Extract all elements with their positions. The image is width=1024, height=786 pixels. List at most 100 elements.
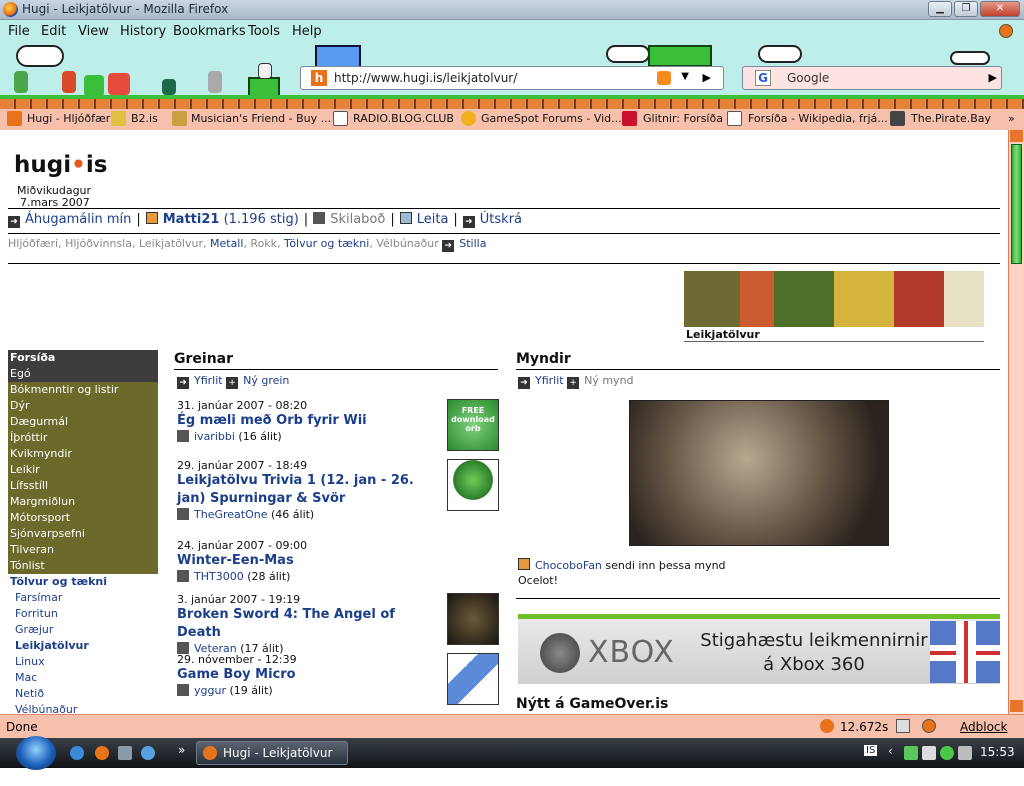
- bookmark-gamespot[interactable]: GameSpot Forums - Vid...: [481, 112, 622, 125]
- interest-tolvur[interactable]: Tölvur og tækni: [284, 237, 369, 250]
- start-button[interactable]: [16, 736, 56, 770]
- quicklaunch-ie-icon[interactable]: [70, 746, 84, 760]
- sidenav-item[interactable]: Leikir: [8, 462, 158, 478]
- article-title-link[interactable]: Leikjatölvu Trivia 1 (12. jan - 26. jan)…: [177, 472, 443, 508]
- menu-file[interactable]: File: [8, 24, 30, 39]
- menu-history[interactable]: History: [120, 24, 166, 39]
- page-info-icon[interactable]: [896, 719, 910, 733]
- sidenav-subitem[interactable]: Græjur: [8, 622, 158, 638]
- interests-list-text[interactable]: Hljóðfæri, Hljóðvinnsla, Leikjatölvur,: [8, 237, 207, 250]
- dropdown-arrow-icon[interactable]: ▼: [681, 71, 689, 82]
- scrollbar-thumb[interactable]: [1011, 144, 1022, 264]
- sidenav-subitem[interactable]: Netið: [8, 686, 158, 702]
- article-author-link[interactable]: THT3000: [194, 570, 244, 583]
- article-title-link[interactable]: Game Boy Micro: [177, 666, 443, 684]
- close-button[interactable]: ✕: [980, 1, 1020, 17]
- quicklaunch-desktop-icon[interactable]: [118, 746, 132, 760]
- menu-edit[interactable]: Edit: [41, 24, 66, 39]
- article-author-link[interactable]: ivaribbi: [194, 430, 235, 443]
- tray-utorrent-icon[interactable]: [940, 746, 954, 760]
- uploader-link[interactable]: ChocoboFan: [535, 559, 602, 572]
- article-thumbnail[interactable]: [447, 653, 499, 705]
- sidenav-subitem[interactable]: Linux: [8, 654, 158, 670]
- article-thumbnail[interactable]: FREE download orb: [447, 399, 499, 451]
- messages-link[interactable]: Skilaboð: [330, 212, 385, 227]
- hugi-logo[interactable]: hugi•is: [14, 152, 107, 178]
- sidenav-category[interactable]: Tölvur og tækni: [8, 574, 158, 590]
- minimize-button[interactable]: ▁: [928, 1, 952, 17]
- url-text[interactable]: http://www.hugi.is/leikjatolvur/: [334, 71, 517, 85]
- go-arrow-icon[interactable]: ▶: [703, 71, 711, 84]
- sidenav-item[interactable]: Egó: [8, 366, 158, 382]
- language-indicator[interactable]: IS: [864, 745, 878, 756]
- sidenav-item[interactable]: Dægurmál: [8, 414, 158, 430]
- article-author-link[interactable]: TheGreatOne: [194, 508, 267, 521]
- new-image-link[interactable]: Ný mynd: [584, 374, 633, 387]
- article-author-link[interactable]: yggur: [194, 684, 226, 697]
- sidenav-item[interactable]: Kvikmyndir: [8, 446, 158, 462]
- sidenav-item[interactable]: Lífsstíll: [8, 478, 158, 494]
- bookmark-pirate-bay[interactable]: The.Pirate.Bay: [911, 112, 991, 125]
- tray-app-icon[interactable]: [922, 746, 936, 760]
- article-comments[interactable]: (19 álit): [229, 684, 272, 697]
- myndir-overview-link[interactable]: Yfirlit: [535, 374, 564, 387]
- addon-icon[interactable]: [922, 719, 936, 733]
- article-thumbnail[interactable]: [447, 593, 499, 645]
- google-icon[interactable]: G: [755, 70, 771, 86]
- sidenav-subitem[interactable]: Mac: [8, 670, 158, 686]
- taskbar-clock[interactable]: 15:53: [980, 745, 1015, 759]
- category-banner-image[interactable]: [684, 271, 984, 327]
- sidenav-subitem-active[interactable]: Leikjatölvur: [8, 638, 158, 654]
- bookmark-b2[interactable]: B2.is: [131, 112, 158, 125]
- username-link[interactable]: Matti21: [163, 212, 220, 227]
- sidenav-subitem[interactable]: Vélbúnaður: [8, 702, 158, 714]
- interests-rokk[interactable]: , Rokk,: [243, 237, 280, 250]
- greinar-overview-link[interactable]: Yfirlit: [194, 374, 223, 387]
- article-comments[interactable]: (16 álit): [238, 430, 281, 443]
- tray-network-icon[interactable]: [958, 746, 972, 760]
- article-thumbnail[interactable]: [447, 459, 499, 511]
- settings-link[interactable]: Stilla: [459, 237, 486, 250]
- scroll-up-button[interactable]: [1010, 130, 1023, 142]
- menu-tools[interactable]: Tools: [248, 24, 280, 39]
- logout-link[interactable]: Útskrá: [480, 212, 522, 227]
- sidenav-item[interactable]: Bókmenntir og listir: [8, 382, 158, 398]
- interest-metall[interactable]: Metall: [210, 237, 243, 250]
- quicklaunch-firefox-icon[interactable]: [95, 746, 109, 760]
- menu-help[interactable]: Help: [292, 24, 322, 39]
- quicklaunch-overflow-icon[interactable]: »: [178, 743, 185, 757]
- maximize-button[interactable]: ❐: [954, 1, 978, 17]
- article-title-link[interactable]: Broken Sword 4: The Angel of Death: [177, 606, 443, 642]
- rss-icon[interactable]: [657, 71, 671, 85]
- interest-velbunadur[interactable]: Vélbúnaður: [376, 237, 438, 250]
- tray-app-icon[interactable]: [904, 746, 918, 760]
- sidenav-subitem[interactable]: Forritun: [8, 606, 158, 622]
- article-comments[interactable]: (46 álit): [271, 508, 314, 521]
- sidenav-item[interactable]: Mótorsport: [8, 510, 158, 526]
- search-bar[interactable]: G Google ▶: [742, 66, 1002, 90]
- adblock-link[interactable]: Adblock: [960, 720, 1007, 734]
- url-bar[interactable]: h http://www.hugi.is/leikjatolvur/ ▼ ▶: [300, 66, 724, 90]
- window-titlebar[interactable]: Hugi - Leikjatölvur - Mozilla Firefox ▁ …: [0, 0, 1024, 20]
- search-link[interactable]: Leita: [417, 212, 449, 227]
- new-article-link[interactable]: Ný grein: [243, 374, 289, 387]
- search-go-icon[interactable]: ▶: [989, 71, 997, 84]
- xbox-ad-banner[interactable]: XBOX Stigahæstu leikmennirnir á Xbox 360: [518, 614, 1000, 684]
- article-title-link[interactable]: Ég mæli með Orb fyrir Wii: [177, 412, 443, 430]
- sidenav-item[interactable]: Tilveran: [8, 542, 158, 558]
- menu-bookmarks[interactable]: Bookmarks: [173, 24, 246, 39]
- sidenav-item[interactable]: Dýr: [8, 398, 158, 414]
- sidenav-item[interactable]: Margmiðlun: [8, 494, 158, 510]
- sidenav-item[interactable]: Tónlist: [8, 558, 158, 574]
- my-interests-link[interactable]: Áhugamálin mín: [25, 212, 131, 227]
- vertical-scrollbar[interactable]: [1008, 130, 1024, 714]
- bookmark-glitnir[interactable]: Glitnir: Forsíða: [643, 112, 723, 125]
- bookmark-radio-blog-club[interactable]: RADIO.BLOG.CLUB: [353, 112, 454, 125]
- article-title-link[interactable]: Winter-Een-Mas: [177, 552, 443, 570]
- quicklaunch-media-icon[interactable]: [141, 746, 155, 760]
- featured-image[interactable]: [629, 400, 889, 546]
- sidenav-item[interactable]: Sjónvarpsefni: [8, 526, 158, 542]
- bookmark-wikipedia[interactable]: Forsíða - Wikipedia, frjá...: [748, 112, 888, 125]
- scroll-down-button[interactable]: [1010, 700, 1023, 712]
- sidenav-item[interactable]: Forsíða: [8, 350, 158, 366]
